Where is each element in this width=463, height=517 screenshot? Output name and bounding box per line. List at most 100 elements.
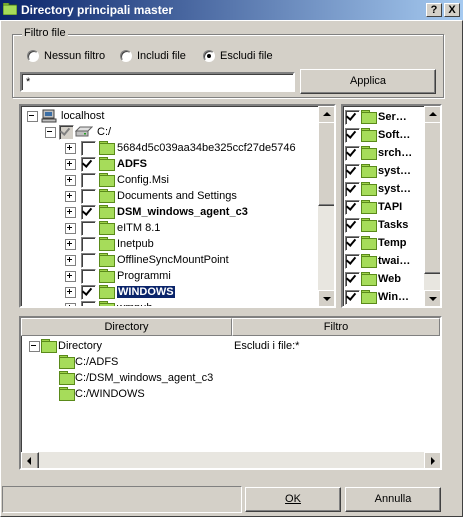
expand-toggle[interactable] xyxy=(65,143,76,154)
subfolder-row[interactable]: twai… xyxy=(343,253,423,269)
drive-checkbox[interactable] xyxy=(59,125,74,140)
tree-node-localhost[interactable]: localhost xyxy=(21,108,311,124)
subfolder-checkbox[interactable] xyxy=(345,218,360,233)
folder-checkbox[interactable] xyxy=(81,141,96,156)
tree-folder-row[interactable]: 5684d5c039aa34be325ccf27de5746 xyxy=(21,140,311,156)
collapse-toggle[interactable] xyxy=(27,111,38,122)
radio-exclude-files[interactable] xyxy=(203,50,215,62)
tree-folder-row[interactable]: Inetpub xyxy=(21,236,311,252)
folder-checkbox[interactable] xyxy=(81,205,96,220)
folder-checkbox[interactable] xyxy=(81,269,96,284)
tree-folder-row[interactable]: ADFS xyxy=(21,156,311,172)
expand-toggle[interactable] xyxy=(65,255,76,266)
result-row[interactable]: C:/DSM_windows_agent_c3 xyxy=(21,370,421,386)
scroll-right-button[interactable] xyxy=(424,452,440,468)
subfolder-label: TAPI xyxy=(378,201,403,213)
expand-toggle[interactable] xyxy=(65,271,76,282)
radio-no-filter-label[interactable]: Nessun filtro xyxy=(44,50,105,62)
scroll-left-button[interactable] xyxy=(21,452,39,468)
filter-pattern-input[interactable] xyxy=(20,72,295,92)
tree-folder-row[interactable]: Config.Msi xyxy=(21,172,311,188)
subfolder-scrollbar[interactable] xyxy=(424,106,440,306)
subfolder-row[interactable]: srch… xyxy=(343,145,423,161)
collapse-toggle[interactable] xyxy=(29,341,40,352)
scroll-down-button[interactable] xyxy=(424,290,440,306)
folder-icon xyxy=(99,157,115,171)
subfolder-checkbox[interactable] xyxy=(345,110,360,125)
cancel-button[interactable]: Annulla xyxy=(345,487,441,512)
folder-checkbox[interactable] xyxy=(81,221,96,236)
tree-folder-label: wmpub xyxy=(117,302,153,308)
tree-node-drive[interactable]: C:/ xyxy=(21,124,311,140)
scroll-thumb[interactable] xyxy=(424,122,440,274)
radio-exclude-files-label[interactable]: Escludi file xyxy=(220,50,273,62)
subfolder-checkbox[interactable] xyxy=(345,200,360,215)
subfolder-checkbox[interactable] xyxy=(345,236,360,251)
folder-checkbox[interactable] xyxy=(81,237,96,252)
expand-toggle[interactable] xyxy=(65,175,76,186)
results-panel[interactable]: Directory Filtro Directory Escludi i fil… xyxy=(19,316,442,470)
tree-folder-row[interactable]: WINDOWS xyxy=(21,284,311,300)
subfolder-row[interactable]: Tasks xyxy=(343,217,423,233)
subfolder-checkbox[interactable] xyxy=(345,290,360,305)
subfolder-row[interactable]: Web xyxy=(343,271,423,287)
tree-folder-row[interactable]: eITM 8.1 xyxy=(21,220,311,236)
subfolder-checkbox[interactable] xyxy=(345,182,360,197)
folder-icon xyxy=(361,200,377,214)
result-row[interactable]: C:/WINDOWS xyxy=(21,386,421,402)
tree-folder-row[interactable]: Programmi xyxy=(21,268,311,284)
expand-toggle[interactable] xyxy=(65,159,76,170)
subfolder-row[interactable]: syst… xyxy=(343,181,423,197)
subfolder-checkbox[interactable] xyxy=(345,128,360,143)
expand-toggle[interactable] xyxy=(65,191,76,202)
subfolder-checkbox[interactable] xyxy=(345,254,360,269)
directory-tree[interactable]: localhost C:/ 5684d5c039aa34be325ccf27de… xyxy=(19,104,336,308)
window-title: Directory principali master xyxy=(21,3,174,17)
scroll-down-button[interactable] xyxy=(318,290,334,306)
folder-checkbox[interactable] xyxy=(81,301,96,306)
tree-folder-row[interactable]: wmpub xyxy=(21,300,311,308)
expand-toggle[interactable] xyxy=(65,223,76,234)
ok-button[interactable]: OK xyxy=(245,487,341,512)
subfolder-checkbox[interactable] xyxy=(345,146,360,161)
subfolder-row[interactable]: syst… xyxy=(343,163,423,179)
results-scrollbar[interactable] xyxy=(21,452,440,468)
folder-checkbox[interactable] xyxy=(81,285,96,300)
expand-toggle[interactable] xyxy=(65,287,76,298)
radio-include-files[interactable] xyxy=(120,50,132,62)
results-root-row[interactable]: Directory Escludi i file:* xyxy=(21,338,421,354)
help-button[interactable]: ? xyxy=(426,3,442,17)
collapse-toggle[interactable] xyxy=(45,127,56,138)
subfolder-row[interactable]: Soft… xyxy=(343,127,423,143)
result-path-label: C:/WINDOWS xyxy=(75,388,145,400)
subfolder-row[interactable]: TAPI xyxy=(343,199,423,215)
result-row[interactable]: C:/ADFS xyxy=(21,354,421,370)
tree-folder-row[interactable]: DSM_windows_agent_c3 xyxy=(21,204,311,220)
folder-checkbox[interactable] xyxy=(81,189,96,204)
folder-checkbox[interactable] xyxy=(81,157,96,172)
expand-toggle[interactable] xyxy=(65,207,76,218)
computer-icon xyxy=(41,109,57,123)
subfolder-list[interactable]: Ser… Soft… srch… syst… syst… TAPI Tasks Temp twa… xyxy=(341,104,442,308)
folder-checkbox[interactable] xyxy=(81,173,96,188)
subfolder-checkbox[interactable] xyxy=(345,164,360,179)
column-header-directory[interactable]: Directory xyxy=(21,318,232,336)
tree-scrollbar[interactable] xyxy=(318,106,334,306)
subfolder-label: Web xyxy=(378,273,402,285)
subfolder-row[interactable]: Ser… xyxy=(343,109,423,125)
tree-folder-row[interactable]: Documents and Settings xyxy=(21,188,311,204)
subfolder-row[interactable]: Win… xyxy=(343,289,423,305)
subfolder-checkbox[interactable] xyxy=(345,272,360,287)
subfolder-row[interactable]: Temp xyxy=(343,235,423,251)
radio-include-files-label[interactable]: Includi file xyxy=(137,50,186,62)
scroll-thumb[interactable] xyxy=(318,122,334,206)
close-button[interactable]: X xyxy=(444,3,460,17)
expand-toggle[interactable] xyxy=(65,239,76,250)
expand-toggle[interactable] xyxy=(65,303,76,306)
folder-checkbox[interactable] xyxy=(81,253,96,268)
radio-no-filter[interactable] xyxy=(27,50,39,62)
apply-button[interactable]: Applica xyxy=(300,69,436,94)
column-header-filter[interactable]: Filtro xyxy=(232,318,440,336)
tree-folder-row[interactable]: OfflineSyncMountPoint xyxy=(21,252,311,268)
title-bar[interactable]: Directory principali master xyxy=(0,0,463,20)
